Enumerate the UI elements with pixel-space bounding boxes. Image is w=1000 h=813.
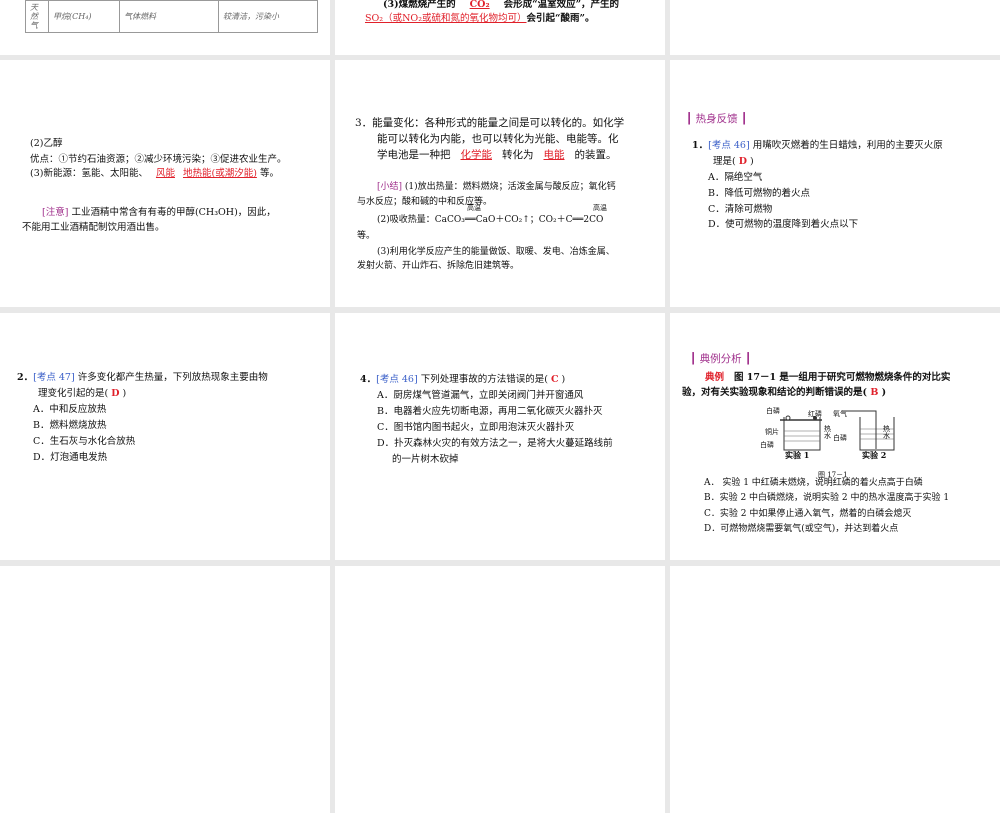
topic-tag: [考点 46] [376, 374, 418, 385]
text: 用嘴吹灭燃着的生日蜡烛，利用的主要灭火原 [752, 140, 943, 151]
figure-label: 热水 [824, 425, 831, 440]
slide-thumbnail[interactable] [670, 0, 1000, 55]
option: D．可燃物燃烧需要氧气(或空气)，并达到着火点 [704, 524, 899, 534]
text: 理是( [713, 156, 736, 167]
answer: SO₂（或NO₂或硫和氮的氧化物均可） [365, 13, 527, 24]
text: 许多变化都产生热量，下列放热现象主要由物 [77, 372, 268, 383]
text: 理变化引起的是( [38, 388, 109, 399]
slide-thumbnail[interactable]: 3．能量变化：各种形式的能量之间是可以转化的。如化学 能可以转化为内能，也可以转… [335, 60, 665, 307]
figure-label: 白磷 [833, 434, 847, 442]
text: (1)放出热量：燃料燃烧；活泼金属与酸反应；氧化钙 [404, 182, 616, 192]
text: 能可以转化为内能，也可以转化为光能、电能等。化 [377, 133, 619, 145]
slide-thumbnail[interactable]: (2)乙醇 优点：①节约石油资源；②减少环境污染；③促进农业生产。 (3)新能源… [0, 60, 330, 307]
condition-label: 高温 [593, 204, 607, 212]
option: A．中和反应放热 [33, 404, 107, 415]
option: B．降低可燃物的着火点 [708, 188, 810, 199]
option: B．燃料燃烧放热 [33, 420, 107, 431]
slide-thumbnail[interactable]: (3)煤燃烧产生的 CO₂ 会形成“温室效应”，产生的 SO₂（或NO₂或硫和氮的氧… [335, 0, 665, 55]
answer: 地热能(或潮汐能) [182, 168, 257, 179]
text: 3．能量变化：各种形式的能量之间是可以转化的。如化学 [355, 117, 625, 129]
figure-label: 白磷 [766, 407, 780, 415]
text: 会引起“酸雨”。 [526, 13, 595, 24]
slide-thumbnail[interactable]: ┃ 典例分析 ┃ 典例 图 17－1 是一组用于研究可燃物燃烧条件的对比实 验，… [670, 313, 1000, 560]
option: C．清除可燃物 [708, 204, 773, 215]
slide-thumbnail[interactable]: 天然气 甲烷(CH₄) 气体燃料 较清洁，污染小 [0, 0, 330, 55]
text: 图 17－1 是一组用于研究可燃物燃烧条件的对比实 [733, 372, 951, 383]
note-tag: [注意] [42, 207, 69, 218]
text: ) [750, 156, 754, 167]
table-cell: 较清洁，污染小 [218, 0, 318, 33]
text: 验，对有关实验现象和结论的判断错误的是( [682, 387, 867, 398]
question-number: 2． [17, 372, 34, 383]
slide-thumbnail[interactable] [0, 566, 330, 813]
summary-tag: [小结] [377, 182, 403, 192]
text: (2)乙醇 [30, 138, 63, 149]
slide-thumbnail[interactable] [670, 566, 1000, 813]
text: ) [122, 388, 127, 399]
section-header: ┃ 热身反馈 ┃ [686, 113, 748, 125]
answer: D [738, 156, 747, 167]
option: C．实验 2 中如果停止通入氧气，燃着的白磷会熄灭 [704, 509, 912, 519]
question-number: 1． [692, 140, 709, 151]
condition-label: 高温 [467, 204, 481, 212]
topic-tag: [考点 46] [708, 140, 750, 151]
answer: 电能 [543, 149, 565, 161]
topic-tag: [考点 47] [33, 372, 75, 383]
slide-thumbnail[interactable]: ┃ 热身反馈 ┃ 1．[考点 46] 用嘴吹灭燃着的生日蜡烛，利用的主要灭火原 … [670, 60, 1000, 307]
answer: CO₂ [469, 0, 490, 10]
answer: C [550, 374, 559, 385]
text: 学电池是一种把 [377, 149, 451, 161]
figure-label: 氧气 [833, 410, 847, 418]
option: B．实验 2 中白磷燃烧，说明实验 2 中的热水温度高于实验 1 [704, 493, 950, 503]
answer: B [870, 387, 879, 398]
option: A．厨房煤气管道漏气，立即关闭阀门并开窗通风 [377, 390, 584, 401]
text: ) [561, 374, 566, 385]
text: 等。 [357, 231, 376, 241]
text: 不能用工业酒精配制饮用酒出售。 [22, 222, 165, 233]
option: C．图书馆内图书起火，立即用泡沫灭火器扑灭 [377, 422, 575, 433]
option: C．生石灰与水化合放热 [33, 436, 136, 447]
slide-thumbnail[interactable] [335, 566, 665, 813]
option: B．电器着火应先切断电源，再用二氧化碳灭火器扑灭 [377, 406, 603, 417]
text: 等。 [259, 168, 279, 179]
table-cell: 天然气 [25, 0, 49, 33]
figure-label: 热水 [883, 425, 890, 440]
text: 优点：①节约石油资源；②减少环境污染；③促进农业生产。 [30, 154, 287, 165]
figure-label: 铜片 [765, 428, 779, 436]
answer: 化学能 [460, 149, 493, 161]
section-header: ┃ 典例分析 ┃ [690, 353, 752, 365]
option: D．使可燃物的温度降到着火点以下 [708, 219, 859, 230]
option: D．灯泡通电发热 [33, 452, 108, 463]
figure-label: 白磷 [760, 441, 774, 449]
text: 转化为 [502, 149, 534, 161]
text: (2)吸收热量：CaCO₃══CaO＋CO₂↑；CO₂＋C══2CO [377, 215, 604, 225]
question-number: 4． [360, 374, 377, 385]
text: 会形成“温室效应”，产生的 [503, 0, 620, 10]
table-cell: 甲烷(CH₄) [48, 0, 120, 33]
text: 下列处理事故的方法错误的是( [420, 374, 548, 385]
table-cell: 气体燃料 [119, 0, 219, 33]
text: ) [881, 387, 887, 398]
text: (3)煤燃烧产生的 [383, 0, 456, 10]
text: 工业酒精中常含有有毒的甲醇(CH₃OH)，因此， [71, 207, 276, 218]
figure-label: 红磷 [808, 410, 822, 418]
fuel-table: 天然气 甲烷(CH₄) 气体燃料 较清洁，污染小 [25, 0, 318, 33]
figure-label: 实验 1 [785, 450, 810, 460]
text: (3)利用化学反应产生的能量做饭、取暖、发电、冶炼金属、 [377, 247, 615, 257]
answer: 风能 [155, 168, 175, 179]
figure-label: 实验 2 [862, 450, 887, 460]
option: D．扑灭森林火灾的有效方法之一，是将大火蔓延路线前 [377, 438, 613, 449]
text: (3)新能源：氢能、太阳能、 [30, 168, 148, 179]
table-row: 天然气 甲烷(CH₄) 气体燃料 较清洁，污染小 [25, 0, 318, 33]
option: A． 实验 1 中红磷未燃烧，说明红磷的着火点高于白磷 [704, 478, 923, 488]
option: 的一片树木砍掉 [392, 454, 459, 465]
text: 发射火箭、开山炸石、拆除危旧建筑等。 [357, 261, 520, 271]
slide-thumbnail[interactable]: 4．[考点 46] 下列处理事故的方法错误的是( C ) A．厨房煤气管道漏气，… [335, 313, 665, 560]
example-tag: 典例 [705, 372, 725, 383]
text: 的装置。 [574, 149, 617, 161]
option: A．隔绝空气 [708, 172, 763, 183]
slide-thumbnail[interactable]: 2．[考点 47] 许多变化都产生热量，下列放热现象主要由物 理变化引起的是( … [0, 313, 330, 560]
answer: D [111, 388, 120, 399]
